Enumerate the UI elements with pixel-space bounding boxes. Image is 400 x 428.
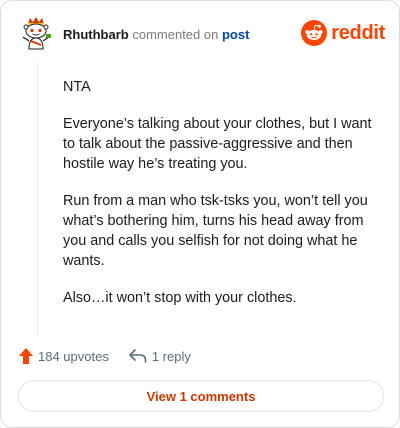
comment-paragraph: Run from a man who tsk-tsks you, won’t t… — [63, 193, 368, 269]
reddit-logo[interactable]: reddit — [301, 19, 385, 47]
reply-count: 1 reply — [151, 348, 191, 364]
snoo-avatar-icon[interactable] — [19, 15, 53, 51]
comment-header: Rhuthbarb commented on post reddit — [19, 13, 385, 57]
comment-paragraph: Everyone’s talking about your clothes, b… — [63, 116, 372, 172]
reply-button[interactable]: 1 reply — [129, 349, 191, 364]
comment-body: NTA Everyone’s talking about your clothe… — [63, 77, 379, 325]
upvote-count: 184 upvotes — [38, 348, 109, 364]
comment-meta: Rhuthbarb commented on post — [63, 27, 249, 42]
comment-paragraph: NTA — [63, 79, 91, 95]
commented-on-text: commented on — [132, 27, 219, 42]
comment-paragraph: Also…it won’t stop with your clothes. — [63, 290, 297, 306]
post-link[interactable]: post — [222, 27, 249, 42]
comment-card: Rhuthbarb commented on post reddit NTA E… — [0, 0, 400, 428]
username[interactable]: Rhuthbarb — [63, 27, 129, 42]
reddit-wordmark: reddit — [331, 21, 385, 44]
upvote-button[interactable]: 184 upvotes — [19, 348, 109, 364]
reply-arrow-icon — [129, 349, 147, 363]
upvote-arrow-icon — [19, 348, 33, 364]
comment-actions: 184 upvotes 1 reply — [19, 346, 191, 366]
thread-line — [37, 61, 38, 336]
reddit-logo-icon — [301, 20, 328, 46]
view-comments-button[interactable]: View 1 comments — [18, 380, 384, 412]
